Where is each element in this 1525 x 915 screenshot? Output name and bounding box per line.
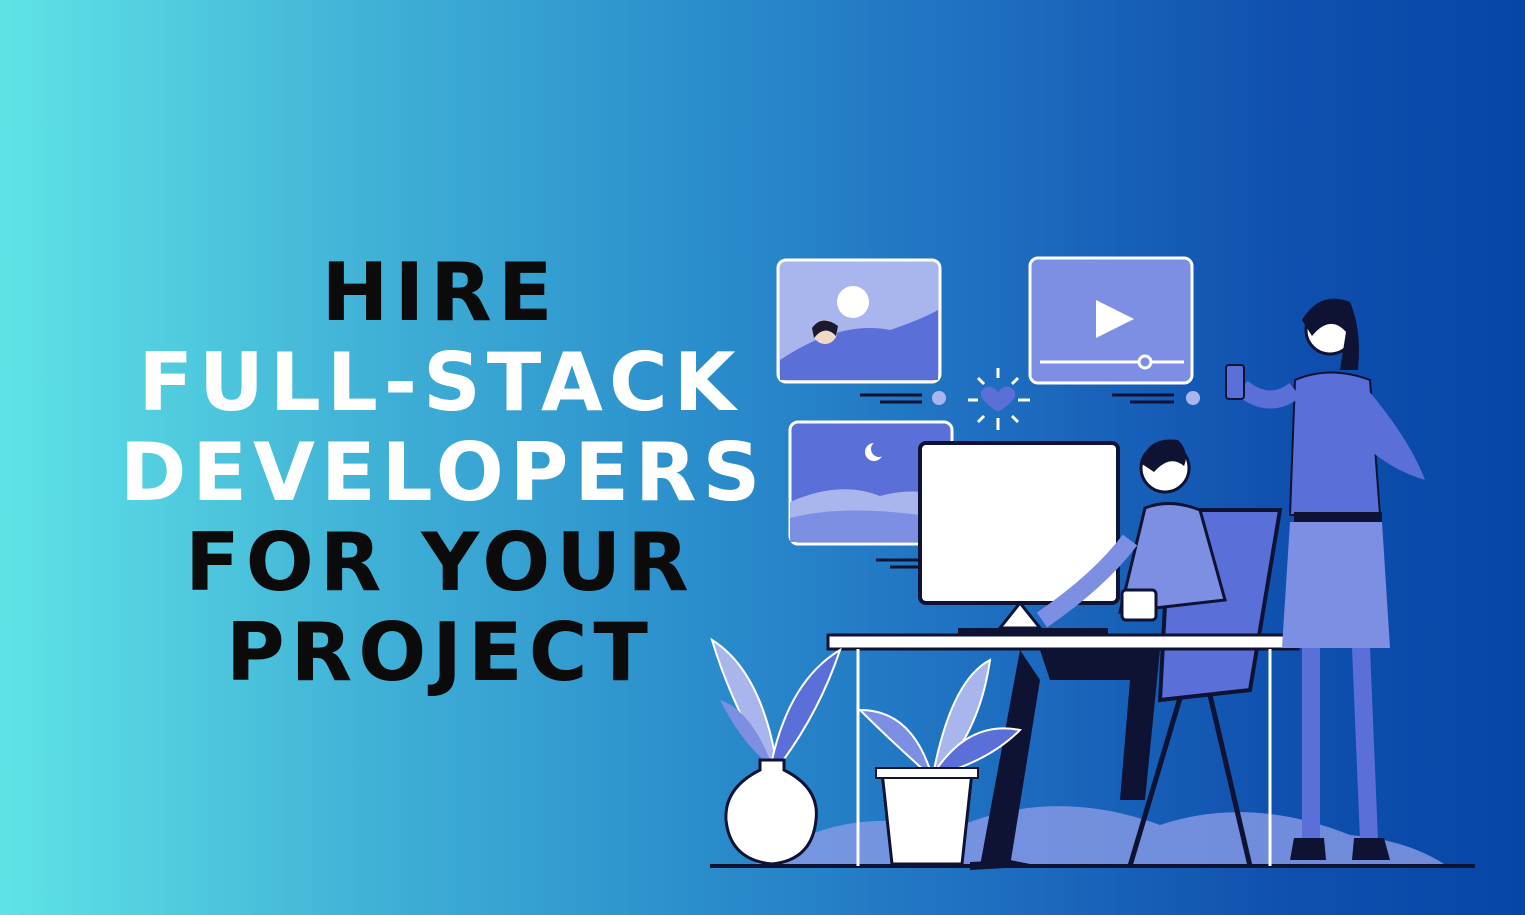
ground-mound [750,806,1450,868]
hero-banner: HIRE FULL-STACK DEVELOPERS FOR YOUR PROJ… [0,0,1525,915]
desk [826,633,1300,651]
developers-illustration [710,256,1475,870]
headline-line-1: HIRE [321,246,559,339]
plant-icon [710,637,842,764]
headline-line-3: DEVELOPERS [120,426,767,519]
computer-monitor-icon [918,441,1120,634]
headline-line-2: FULL-STACK [138,336,742,429]
heart-icon [968,368,1030,430]
vase-icon [724,758,818,866]
headline-line-4: FOR YOUR [185,516,695,609]
headline: HIRE FULL-STACK DEVELOPERS FOR YOUR PROJ… [120,248,760,698]
image-card-icon [776,258,942,384]
video-player-icon [1028,256,1194,385]
headline-line-5: PROJECT [226,606,654,699]
